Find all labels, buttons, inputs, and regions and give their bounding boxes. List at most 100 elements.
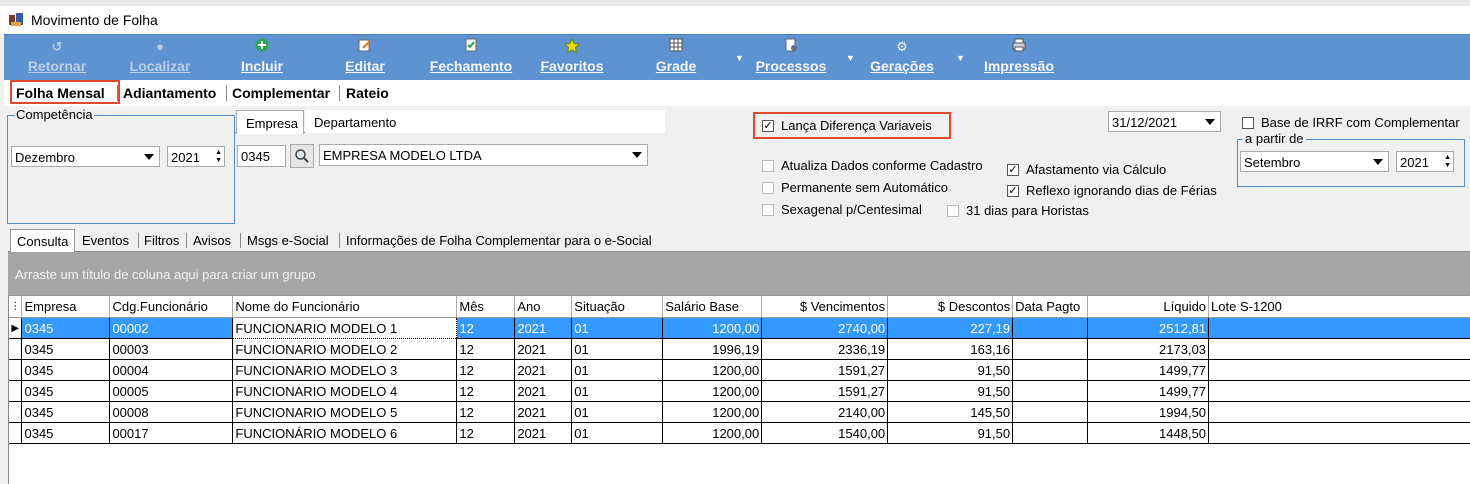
- table-cell[interactable]: 145,50: [887, 401, 1014, 423]
- table-cell[interactable]: 01: [571, 359, 664, 381]
- table-cell[interactable]: 2021: [514, 338, 573, 360]
- column-header[interactable]: Ano: [514, 295, 573, 318]
- table-cell[interactable]: 0345: [21, 380, 111, 402]
- date-select[interactable]: 31/12/2021: [1108, 111, 1221, 132]
- table-cell[interactable]: 1994,50: [1087, 401, 1210, 423]
- competencia-year-spinner[interactable]: 2021 ▲ ▼: [167, 146, 225, 167]
- localizar-button[interactable]: ● Localizar: [124, 38, 196, 78]
- empresa-search-button[interactable]: [290, 144, 314, 168]
- table-cell[interactable]: 1200,00: [662, 422, 763, 444]
- table-cell[interactable]: [1012, 359, 1089, 381]
- processos-dropdown-arrow[interactable]: ▼: [846, 53, 855, 63]
- table-cell[interactable]: 0345: [21, 401, 111, 423]
- table-cell[interactable]: [1208, 422, 1470, 444]
- table-cell[interactable]: 2173,03: [1087, 338, 1210, 360]
- editar-button[interactable]: Editar: [334, 38, 396, 78]
- empresa-code-input[interactable]: 0345: [237, 145, 286, 167]
- table-cell[interactable]: FUNCIONARIO MODELO 2: [232, 338, 458, 360]
- table-cell[interactable]: [1012, 401, 1089, 423]
- table-row[interactable]: 0345 00003 FUNCIONARIO MODELO 2 12 2021 01 199…: [9, 338, 1470, 360]
- table-cell[interactable]: FUNCIONARIO MODELO 3: [232, 359, 458, 381]
- group-by-panel[interactable]: Arraste um título de coluna aqui para cr…: [8, 252, 1470, 295]
- table-cell[interactable]: 12: [456, 380, 516, 402]
- fechamento-button[interactable]: Fechamento: [424, 38, 518, 78]
- table-cell[interactable]: 01: [571, 401, 664, 423]
- grade-dropdown-arrow[interactable]: ▼: [735, 53, 744, 63]
- table-cell[interactable]: [1208, 338, 1470, 360]
- table-row[interactable]: 0345 00008 FUNCIONARIO MODELO 5 12 2021 01 120…: [9, 401, 1470, 423]
- column-header[interactable]: Mês: [456, 295, 516, 318]
- table-cell[interactable]: 12: [456, 401, 516, 423]
- table-cell[interactable]: 01: [571, 338, 664, 360]
- processos-button[interactable]: Processos: [749, 38, 833, 78]
- table-cell[interactable]: 2140,00: [761, 401, 889, 423]
- table-row[interactable]: ▶ 0345 00002 FUNCIONARIO MODELO 1 12 2021 01 12…: [9, 317, 1470, 339]
- retornar-button[interactable]: ↺ Retornar: [22, 38, 92, 78]
- table-cell[interactable]: 1200,00: [662, 380, 763, 402]
- table-cell[interactable]: 00008: [109, 401, 234, 423]
- table-cell[interactable]: 91,50: [887, 380, 1014, 402]
- table-cell[interactable]: 2021: [514, 422, 573, 444]
- spin-arrows-icon[interactable]: ▲ ▼: [215, 149, 222, 165]
- a-partir-month-select[interactable]: Setembro: [1240, 151, 1389, 172]
- tab-folha-mensal[interactable]: Folha Mensal: [16, 85, 105, 101]
- table-cell[interactable]: 1591,27: [761, 380, 889, 402]
- table-cell[interactable]: 00005: [109, 380, 234, 402]
- table-cell[interactable]: 0345: [21, 338, 111, 360]
- table-cell[interactable]: FUNCIONARIO MODELO 1: [232, 317, 458, 339]
- tab-adiantamento[interactable]: Adiantamento: [123, 85, 216, 101]
- table-cell[interactable]: 2336,19: [761, 338, 889, 360]
- favoritos-button[interactable]: Favoritos: [537, 37, 607, 78]
- table-cell[interactable]: [1208, 317, 1470, 339]
- table-cell[interactable]: 12: [456, 338, 516, 360]
- table-cell[interactable]: 12: [456, 422, 516, 444]
- column-header[interactable]: Salário Base: [662, 295, 763, 318]
- table-cell[interactable]: 2740,00: [761, 317, 889, 339]
- column-header[interactable]: Empresa: [21, 295, 111, 318]
- table-cell[interactable]: [1012, 380, 1089, 402]
- impressao-button[interactable]: Impressão: [974, 38, 1064, 78]
- table-cell[interactable]: 12: [456, 359, 516, 381]
- column-header[interactable]: Situação: [571, 295, 664, 318]
- table-cell[interactable]: 12: [456, 317, 516, 339]
- table-cell[interactable]: 00017: [109, 422, 234, 444]
- table-cell[interactable]: 00003: [109, 338, 234, 360]
- table-cell[interactable]: [1208, 401, 1470, 423]
- tab-eventos[interactable]: Eventos: [82, 233, 129, 248]
- tab-rateio[interactable]: Rateio: [346, 85, 389, 101]
- table-cell[interactable]: [1012, 422, 1089, 444]
- row-indicator[interactable]: [9, 380, 23, 402]
- tab-complementar[interactable]: Complementar: [232, 85, 330, 101]
- table-row[interactable]: 0345 00005 FUNCIONARIO MODELO 4 12 2021 01 120…: [9, 380, 1470, 402]
- table-row[interactable]: 0345 00004 FUNCIONARIO MODELO 3 12 2021 01 120…: [9, 359, 1470, 381]
- table-cell[interactable]: [1208, 380, 1470, 402]
- table-cell[interactable]: 91,50: [887, 359, 1014, 381]
- table-cell[interactable]: [1012, 338, 1089, 360]
- column-header[interactable]: Nome do Funcionário: [232, 295, 458, 318]
- table-cell[interactable]: 00004: [109, 359, 234, 381]
- table-cell[interactable]: 2512,81: [1087, 317, 1210, 339]
- tab-consulta[interactable]: Consulta: [10, 229, 75, 252]
- column-header[interactable]: $ Descontos: [887, 295, 1014, 318]
- tab-avisos[interactable]: Avisos: [193, 233, 231, 248]
- table-cell[interactable]: FUNCIONARIO MODELO 5: [232, 401, 458, 423]
- tab-empresa[interactable]: Empresa: [236, 110, 304, 134]
- row-indicator[interactable]: [9, 422, 23, 444]
- table-cell[interactable]: 00002: [109, 317, 234, 339]
- column-header[interactable]: $ Vencimentos: [761, 295, 889, 318]
- table-cell[interactable]: 01: [571, 422, 664, 444]
- table-cell[interactable]: 0345: [21, 359, 111, 381]
- table-cell[interactable]: 1591,27: [761, 359, 889, 381]
- column-header[interactable]: Data Pagto: [1012, 295, 1089, 318]
- table-cell[interactable]: 1448,50: [1087, 422, 1210, 444]
- table-cell[interactable]: 2021: [514, 380, 573, 402]
- table-cell[interactable]: 01: [571, 317, 664, 339]
- grade-button[interactable]: Grade: [651, 38, 701, 78]
- table-cell[interactable]: 163,16: [887, 338, 1014, 360]
- table-cell[interactable]: FUNCIONÁRIO MODELO 6: [232, 422, 458, 444]
- row-indicator[interactable]: [9, 401, 23, 423]
- row-indicator-icon[interactable]: ▶: [9, 317, 23, 339]
- table-cell[interactable]: 2021: [514, 317, 573, 339]
- table-cell[interactable]: 1996,19: [662, 338, 763, 360]
- table-cell[interactable]: 1200,00: [662, 317, 763, 339]
